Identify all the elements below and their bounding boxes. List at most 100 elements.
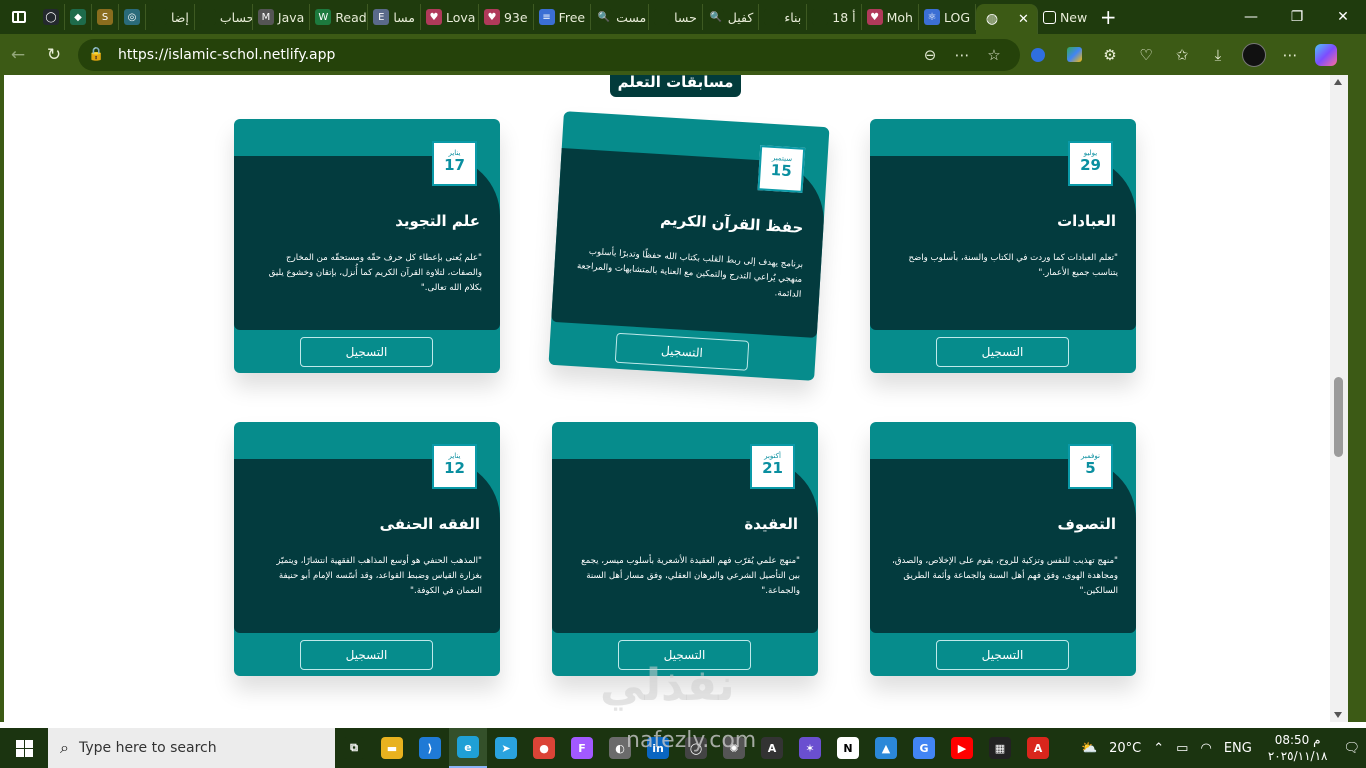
taskbar-app-edge[interactable]: e [449,728,487,768]
tab-16[interactable]: 18 أ [807,4,862,30]
tab-label: بناء [784,9,802,25]
tab-new-tab[interactable]: New [1038,4,1092,30]
tab-12[interactable]: 🔍 مست [591,4,650,30]
taskbar-app-google-translate[interactable]: G [905,728,943,768]
tab-label: إضا [171,9,189,25]
taskbar-search[interactable]: ⌕ Type here to search [48,728,335,768]
settings-more-icon[interactable]: ⋯ [1272,37,1308,73]
card-date-day: 12 [444,459,465,477]
window-controls: — ❐ ✕ [1228,0,1366,34]
tab-active[interactable]: ◍ ✕ [976,4,1038,34]
taskbar-app-app-a[interactable]: A [753,728,791,768]
tab-7[interactable]: W Read [310,4,369,30]
weather-temp[interactable]: 20°C [1103,741,1147,756]
extension-multicolor-icon[interactable] [1056,37,1092,73]
register-button[interactable]: التسجيل [936,640,1069,670]
tab-favicon-icon: ◯ [43,9,59,25]
tab-9[interactable]: ♥ Lova [421,4,479,30]
extension-circle-icon[interactable] [1020,37,1056,73]
page-viewport: مسابقات التعلم يناير 17 علم التجويد "علم يُ… [0,75,1366,722]
taskbar-app-vscode[interactable]: ⟩ [411,728,449,768]
taskbar-app-chrome[interactable]: ● [525,728,563,768]
network-icon[interactable]: ◠ [1194,741,1217,756]
taskbar-app-calc-grid[interactable]: ▦ [981,728,1019,768]
refresh-button[interactable]: ↻ [36,37,72,73]
telegram-icon: ➤ [495,737,517,759]
app-blue-icon: ▲ [875,737,897,759]
tab-favicon-icon [654,9,671,25]
minimize-button[interactable]: — [1228,0,1274,34]
taskbar-app-app-star[interactable]: ✶ [791,728,829,768]
tab-18[interactable]: ⚛ LOG [919,4,977,30]
register-button[interactable]: التسجيل [936,337,1069,367]
scrollbar-thumb[interactable] [1334,377,1343,457]
close-tab-icon[interactable]: ✕ [1018,12,1029,27]
clock[interactable]: 08:50 م ٢٠٢٥/١١/١٨ [1258,732,1338,764]
taskbar-app-linkedin[interactable]: in [639,728,677,768]
course-card: يناير 17 علم التجويد "علم يُعنى بإعطاء كل ح… [234,119,500,373]
address-bar[interactable]: 🔒 https://islamic-schol.netlify.app ⊖ ⋯ … [78,38,1020,71]
taskbar-app-youtube[interactable]: ▶ [943,728,981,768]
battery-icon[interactable]: ▭ [1170,741,1194,756]
register-button[interactable]: التسجيل [614,332,750,371]
card-date-day: 15 [770,160,793,181]
tab-2[interactable]: S [92,4,119,30]
downloads-icon[interactable]: ⤓ [1200,37,1236,73]
tray-chevron-icon[interactable]: ⌃ [1147,741,1170,756]
tab-14[interactable]: 🔍 كفيل [703,4,760,30]
taskbar-app-file-explorer[interactable]: ▬ [373,728,411,768]
site-info-icon[interactable]: 🔒 [88,47,106,62]
close-window-button[interactable]: ✕ [1320,0,1366,34]
copilot-icon[interactable] [1315,43,1337,66]
register-button[interactable]: التسجيل [618,640,751,670]
tab-13[interactable]: حسا [649,4,703,30]
tab-15[interactable]: بناء [759,4,808,30]
page-scrollbar[interactable] [1330,75,1348,722]
tab-5[interactable]: حساب [195,4,253,30]
taskbar-app-acrobat[interactable]: A [1019,728,1057,768]
workspaces-icon[interactable] [0,0,38,34]
notifications-icon[interactable]: 🗨 [1337,741,1366,756]
figma-icon: F [571,737,593,759]
profile-avatar[interactable] [1242,42,1266,67]
tab-favicon-icon: ♥ [483,9,500,25]
card-description: "منهج علمي يُقرّب فهم العقيدة الأشعرية ب… [581,556,800,596]
taskbar-app-github-desktop[interactable]: ◯ [677,728,715,768]
tab-3[interactable]: ◎ [119,4,146,30]
taskbar-app-task-view[interactable]: ⧉ [335,728,373,768]
zoom-icon[interactable]: ⊖ [914,46,946,64]
tab-17[interactable]: ♥ Moh [862,4,919,30]
register-button[interactable]: التسجيل [300,640,433,670]
tab-0[interactable]: ◯ [38,4,65,30]
register-button[interactable]: التسجيل [300,337,433,367]
card-title: علم التجويد [395,212,480,230]
taskbar-app-notion[interactable]: N [829,728,867,768]
taskbar-app-photos[interactable]: ◐ [601,728,639,768]
favorites-icon[interactable]: ✩ [1164,37,1200,73]
tab-favicon-icon: ♥ [425,9,442,25]
favorite-star-icon[interactable]: ☆ [978,46,1010,64]
browser-essentials-icon[interactable]: ♡ [1128,37,1164,73]
clock-time: 08:50 م [1274,733,1321,747]
extensions-puzzle-icon[interactable]: ⚙ [1092,37,1128,73]
new-tab-button[interactable]: + [1092,5,1124,29]
more-tools-icon[interactable]: ⋯ [946,46,978,64]
weather-icon[interactable]: ⛅ [1075,741,1103,756]
taskbar-app-telegram[interactable]: ➤ [487,728,525,768]
scroll-up-arrow-icon[interactable] [1334,79,1342,85]
taskbar-app-figma[interactable]: F [563,728,601,768]
taskbar-app-app-blue[interactable]: ▲ [867,728,905,768]
tab-4[interactable]: إضا [146,4,195,30]
tab-10[interactable]: ♥ 93e [479,4,534,30]
scroll-down-arrow-icon[interactable] [1334,712,1342,718]
language-indicator[interactable]: ENG [1218,741,1258,756]
restore-button[interactable]: ❐ [1274,0,1320,34]
taskbar-app-chatgpt[interactable]: ✺ [715,728,753,768]
back-button[interactable]: ← [0,37,36,73]
tab-11[interactable]: ≡ Free [534,4,592,30]
tab-6[interactable]: M Java [253,4,311,30]
start-button[interactable] [0,728,48,768]
card-date-badge: يناير 12 [432,444,477,489]
tab-8[interactable]: E مسا [368,4,421,30]
tab-1[interactable]: ◆ [65,4,92,30]
